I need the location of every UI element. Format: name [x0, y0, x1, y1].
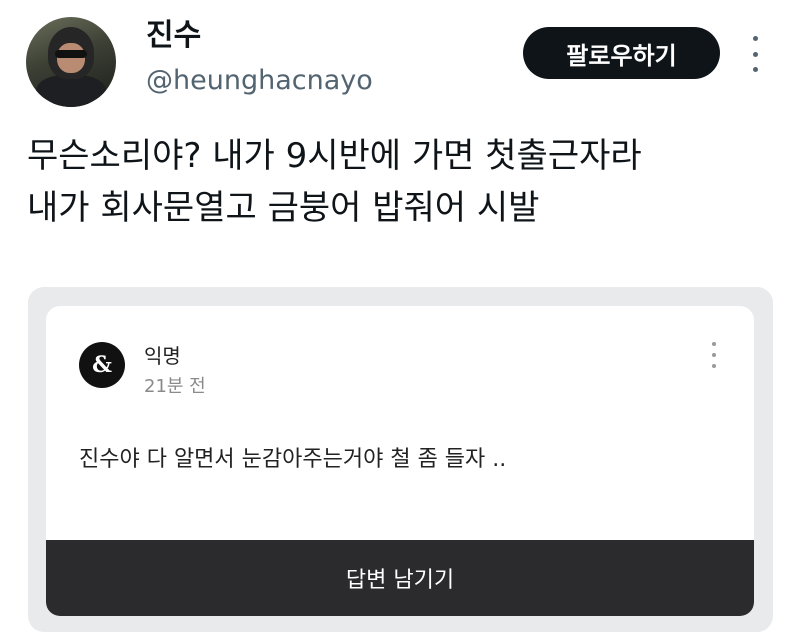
tweet-text: 무슨소리야? 내가 9시반에 가면 첫출근자라 내가 회사문열고 금붕어 밥줘어… — [27, 130, 787, 234]
more-vertical-icon[interactable] — [748, 36, 762, 72]
tweet-text-line: 내가 회사문열고 금붕어 밥줘어 시발 — [27, 188, 540, 228]
more-dot — [752, 67, 758, 72]
display-name[interactable]: 진수 — [146, 18, 201, 54]
reply-button: 답변 남기기 — [46, 540, 754, 616]
more-dot — [712, 364, 716, 368]
post-timestamp: 21분 전 — [144, 376, 206, 397]
user-handle[interactable]: @heunghacnayo — [146, 64, 373, 98]
more-vertical-icon — [709, 342, 719, 368]
post-body: 진수야 다 알면서 눈감아주는거야 철 좀 들자 .. — [79, 447, 507, 472]
more-dot — [712, 353, 716, 357]
app-logo-icon: & — [79, 342, 125, 388]
more-dot — [752, 36, 758, 41]
avatar[interactable] — [26, 17, 116, 107]
post-author: 익명 — [144, 344, 181, 368]
embedded-post-card: & 익명 21분 전 진수야 다 알면서 눈감아주는거야 철 좀 들자 .. 답… — [46, 306, 754, 616]
avatar-glasses-shape — [55, 50, 87, 58]
follow-button[interactable]: 팔로우하기 — [523, 27, 720, 79]
avatar-face-shape — [57, 43, 85, 73]
more-dot — [712, 342, 716, 346]
avatar-body-shape — [36, 75, 106, 107]
tweet-text-line: 무슨소리야? 내가 9시반에 가면 첫출근자라 — [27, 136, 642, 176]
more-dot — [752, 51, 758, 57]
